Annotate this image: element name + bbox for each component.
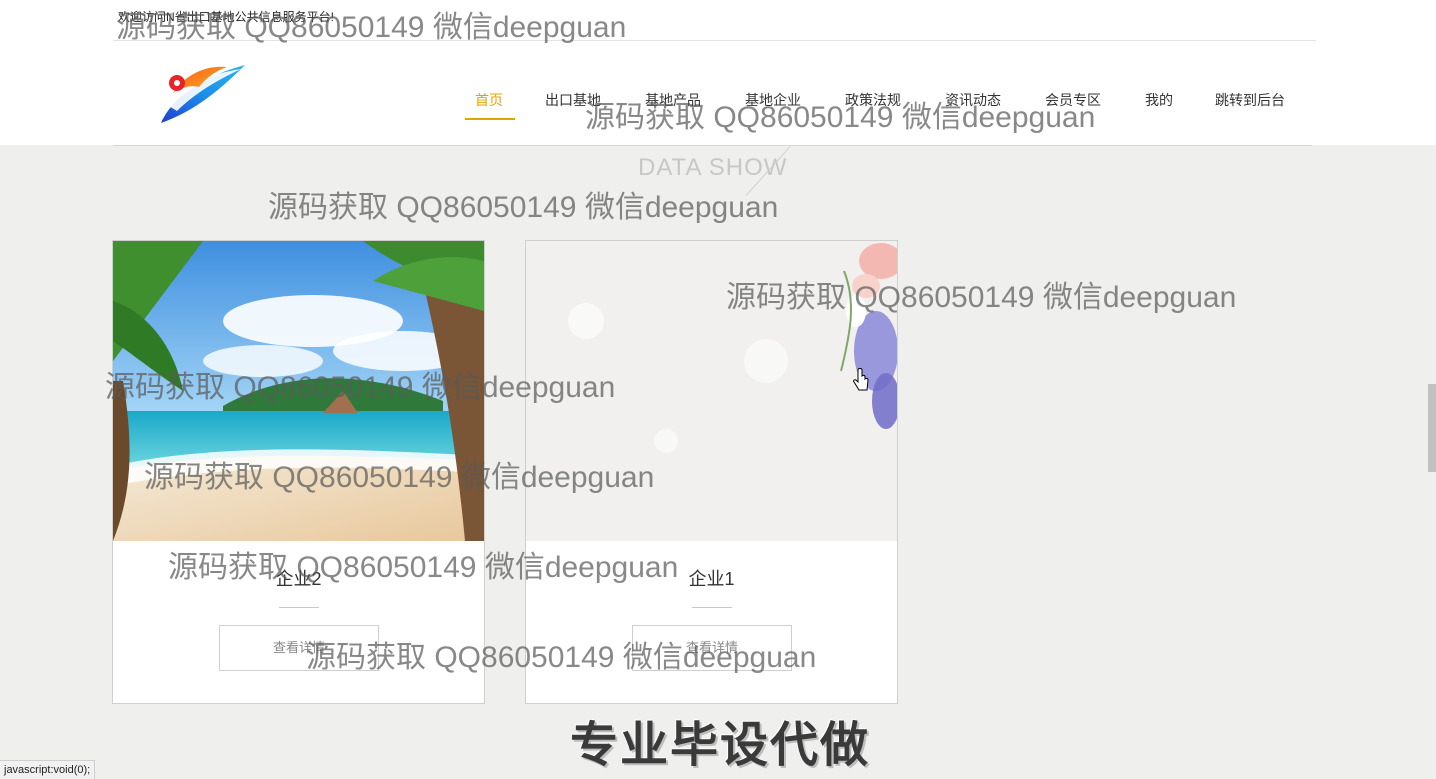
company-card[interactable]: 企业1 查看详情 (525, 240, 898, 704)
nav-base-products[interactable]: 基地产品 (645, 90, 701, 110)
welcome-text: 欢迎访问N省出口基地公共信息服务平台! (118, 10, 335, 24)
view-details-button[interactable]: 查看详情 (632, 625, 792, 671)
beach-image (113, 241, 484, 541)
divider (692, 607, 732, 608)
company-image[interactable] (526, 241, 897, 541)
promo-banner: 专业毕设代做 (570, 719, 871, 772)
view-details-button[interactable]: 查看详情 (219, 625, 379, 671)
company-name: 企业1 (688, 569, 735, 589)
company-name: 企业2 (275, 569, 322, 589)
company-image[interactable] (113, 241, 484, 541)
nav-export-base[interactable]: 出口基地 (545, 90, 601, 110)
site-logo[interactable] (155, 57, 250, 129)
nav-base-companies[interactable]: 基地企业 (745, 90, 801, 110)
nav-active-indicator (465, 118, 515, 120)
nav-home[interactable]: 首页 (475, 90, 503, 110)
status-bar: javascript:void(0); (0, 760, 96, 779)
watermark-text: 源码获取 QQ86050149 微信deepguan (268, 191, 779, 224)
top-header: 欢迎访问N省出口基地公共信息服务平台! 首页 出口基地 基地产品 基地企业 政策… (0, 0, 1436, 145)
nav-admin[interactable]: 跳转到后台 (1215, 90, 1285, 110)
nav-policies[interactable]: 政策法规 (845, 90, 901, 110)
hand-cursor-icon (853, 368, 869, 391)
divider (113, 145, 1312, 146)
flowers-image (526, 241, 897, 541)
nav-members[interactable]: 会员专区 (1045, 90, 1101, 110)
section-title: DATA SHOW (638, 154, 788, 181)
nav-mine[interactable]: 我的 (1145, 90, 1173, 110)
divider (279, 607, 319, 608)
nav-news[interactable]: 资讯动态 (945, 90, 1001, 110)
divider (113, 40, 1316, 41)
scrollbar-thumb[interactable] (1428, 384, 1436, 472)
company-card[interactable]: 企业2 查看详情 (112, 240, 485, 704)
